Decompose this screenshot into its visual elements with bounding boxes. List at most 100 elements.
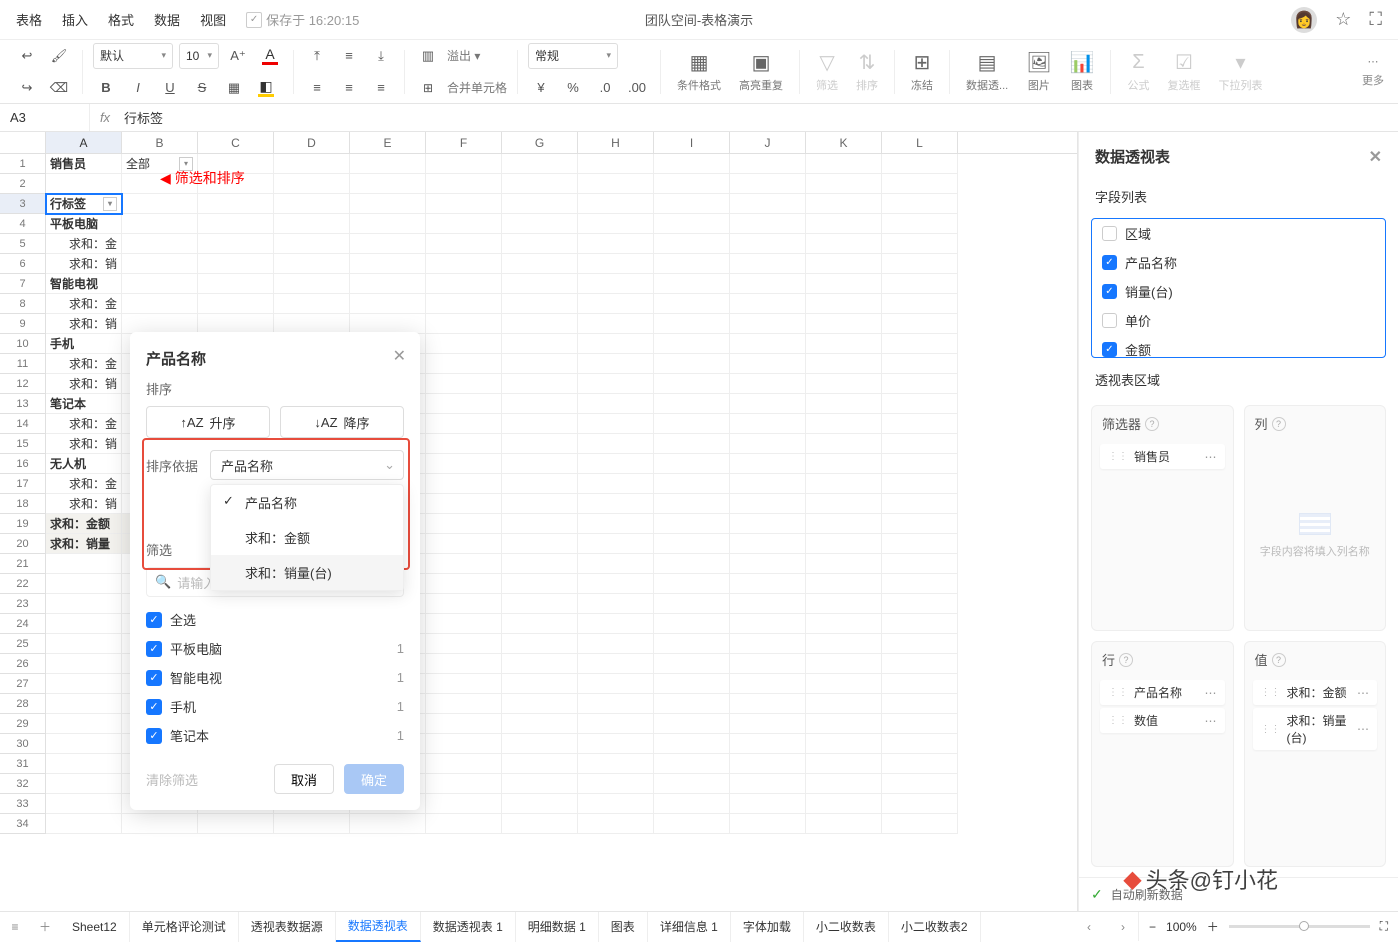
row-header[interactable]: 1: [0, 154, 46, 174]
filter-checkbox-item[interactable]: ✓手机1: [146, 692, 404, 721]
cell[interactable]: [730, 374, 806, 394]
menu-data[interactable]: 数据: [154, 10, 180, 29]
cell[interactable]: [654, 574, 730, 594]
cell[interactable]: [46, 554, 122, 574]
pivot-area-pill[interactable]: ⋮⋮产品名称⋯: [1100, 680, 1225, 705]
strike-button[interactable]: S: [189, 75, 215, 101]
sortby-select[interactable]: 产品名称: [210, 450, 404, 480]
cell[interactable]: [806, 714, 882, 734]
cell[interactable]: [882, 394, 958, 414]
cell[interactable]: [46, 634, 122, 654]
cell[interactable]: [654, 234, 730, 254]
fullscreen-icon[interactable]: ⛶: [1380, 919, 1388, 934]
cond-format-button[interactable]: ▦条件格式: [671, 49, 727, 95]
row-header[interactable]: 32: [0, 774, 46, 794]
cell[interactable]: [426, 554, 502, 574]
row-header[interactable]: 24: [0, 614, 46, 634]
row-header[interactable]: 31: [0, 754, 46, 774]
cell[interactable]: [502, 734, 578, 754]
cell[interactable]: [350, 214, 426, 234]
cell[interactable]: 智能电视: [46, 274, 122, 294]
cell[interactable]: [578, 354, 654, 374]
cell[interactable]: [882, 294, 958, 314]
tabs-next[interactable]: ›: [1108, 920, 1138, 934]
cell[interactable]: [654, 594, 730, 614]
cell[interactable]: 求和：销: [46, 374, 122, 394]
cell[interactable]: [502, 174, 578, 194]
sheet-tab[interactable]: 图表: [599, 912, 648, 942]
cell[interactable]: [426, 594, 502, 614]
row-header[interactable]: 26: [0, 654, 46, 674]
cell[interactable]: 销售员: [46, 154, 122, 174]
cell[interactable]: [882, 234, 958, 254]
pivot-field[interactable]: 单价: [1092, 306, 1385, 335]
cell[interactable]: 行标签▾: [46, 194, 122, 214]
cell[interactable]: [46, 654, 122, 674]
filter-checkbox-item[interactable]: ✓平板电脑1: [146, 634, 404, 663]
clear-filter-button[interactable]: 清除筛选: [146, 770, 198, 789]
cell[interactable]: [806, 254, 882, 274]
row-header[interactable]: 8: [0, 294, 46, 314]
cell[interactable]: [502, 794, 578, 814]
cell[interactable]: [882, 554, 958, 574]
cell[interactable]: [122, 294, 198, 314]
cell[interactable]: [274, 314, 350, 334]
chart-button[interactable]: 📊图表: [1064, 49, 1101, 95]
cell[interactable]: [806, 214, 882, 234]
cell[interactable]: [502, 454, 578, 474]
cell[interactable]: [806, 774, 882, 794]
cell[interactable]: [46, 674, 122, 694]
cell[interactable]: [46, 714, 122, 734]
cell[interactable]: [46, 814, 122, 834]
cell[interactable]: [426, 614, 502, 634]
row-header[interactable]: 10: [0, 334, 46, 354]
cell[interactable]: 求和：销量: [46, 534, 122, 554]
row-header[interactable]: 15: [0, 434, 46, 454]
area-filter[interactable]: 筛选器? ⋮⋮销售员⋯: [1091, 405, 1234, 631]
cell[interactable]: [578, 214, 654, 234]
cell[interactable]: [806, 654, 882, 674]
cell[interactable]: [122, 234, 198, 254]
cell[interactable]: [502, 714, 578, 734]
col-header-H[interactable]: H: [578, 132, 654, 153]
italic-button[interactable]: I: [125, 75, 151, 101]
cell[interactable]: [654, 354, 730, 374]
cell[interactable]: [654, 194, 730, 214]
cell[interactable]: [730, 254, 806, 274]
cell[interactable]: [350, 314, 426, 334]
sheet-tab[interactable]: 明细数据 1: [516, 912, 599, 942]
cell[interactable]: [46, 774, 122, 794]
cell[interactable]: 无人机: [46, 454, 122, 474]
cell[interactable]: [882, 434, 958, 454]
select-all-corner[interactable]: [0, 132, 46, 153]
cell[interactable]: [502, 374, 578, 394]
cell[interactable]: [502, 474, 578, 494]
cell[interactable]: [502, 614, 578, 634]
cell[interactable]: [578, 294, 654, 314]
cell[interactable]: [502, 294, 578, 314]
cell[interactable]: [882, 514, 958, 534]
cell[interactable]: [882, 254, 958, 274]
cell[interactable]: [578, 474, 654, 494]
col-header-D[interactable]: D: [274, 132, 350, 153]
menu-view[interactable]: 视图: [200, 10, 226, 29]
cell[interactable]: [426, 534, 502, 554]
menu-tables[interactable]: 表格: [16, 10, 42, 29]
toolbar-more[interactable]: ⋯更多: [1362, 55, 1384, 88]
chk-select-all[interactable]: ✓全选: [146, 605, 404, 634]
filter-handle-icon[interactable]: ▾: [103, 197, 117, 211]
cell[interactable]: [730, 814, 806, 834]
cell[interactable]: [198, 254, 274, 274]
cell[interactable]: [502, 334, 578, 354]
cell[interactable]: [654, 674, 730, 694]
cell[interactable]: [426, 334, 502, 354]
row-header[interactable]: 6: [0, 254, 46, 274]
cell[interactable]: [426, 294, 502, 314]
cell[interactable]: [426, 514, 502, 534]
cell[interactable]: [806, 554, 882, 574]
cell[interactable]: [502, 214, 578, 234]
add-sheet-button[interactable]: ＋: [30, 918, 60, 935]
cell[interactable]: [122, 194, 198, 214]
cell[interactable]: [730, 594, 806, 614]
cell[interactable]: [426, 274, 502, 294]
